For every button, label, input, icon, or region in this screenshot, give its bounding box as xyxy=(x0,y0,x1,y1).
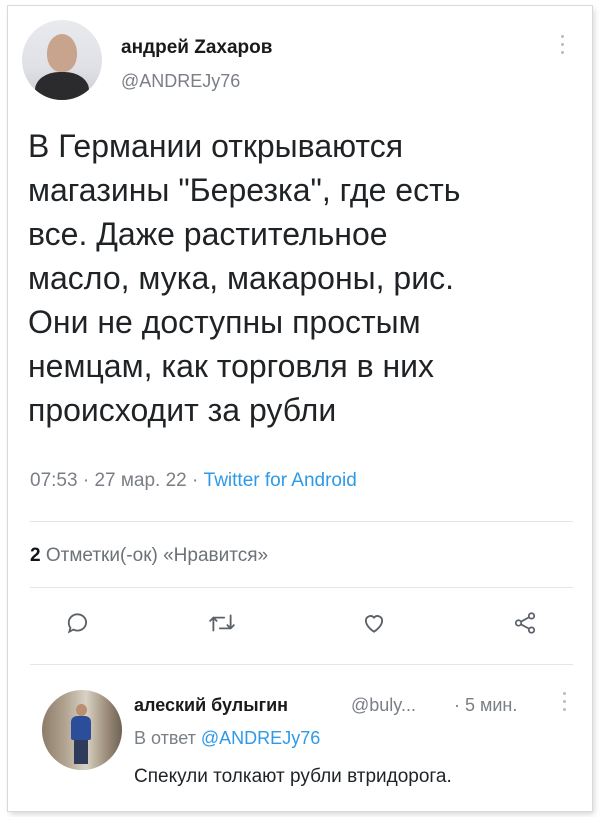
tweet-source-link[interactable]: Twitter for Android xyxy=(204,470,357,491)
author-name[interactable]: андрей Zахаров xyxy=(121,37,272,59)
share-icon xyxy=(514,612,536,634)
reply-author-name[interactable]: алеский булыгин xyxy=(134,695,288,716)
action-bar xyxy=(0,603,600,643)
likes-label: Отметки(-ок) «Нравится» xyxy=(45,545,269,566)
retweet-button[interactable] xyxy=(202,603,242,643)
retweet-icon xyxy=(209,614,235,632)
author-handle[interactable]: @ANDREJy76 xyxy=(121,71,240,92)
in-reply-to: В ответ @ANDREJy76 xyxy=(134,728,320,749)
divider xyxy=(30,587,573,588)
author-avatar[interactable] xyxy=(22,20,102,100)
divider xyxy=(30,664,573,665)
avatar-body-shape xyxy=(35,72,89,100)
likes-stat[interactable]: 2 Отметки(-ок) «Нравится» xyxy=(30,545,268,567)
meta-separator: · xyxy=(82,470,90,491)
avatar-head-shape xyxy=(47,34,77,72)
tweet-meta: 07:53 · 27 мар. 22 · Twitter for Android xyxy=(30,470,357,492)
reply-icon xyxy=(67,613,87,634)
tweet-date: 27 мар. 22 xyxy=(94,470,187,491)
like-button[interactable] xyxy=(354,603,394,643)
reply-avatar[interactable] xyxy=(42,690,122,770)
in-reply-prefix: В ответ xyxy=(134,728,196,748)
reply-more-options-icon[interactable] xyxy=(563,692,567,714)
in-reply-mention-link[interactable]: @ANDREJy76 xyxy=(201,728,320,748)
reply-button[interactable] xyxy=(58,603,98,643)
avatar-person-shape xyxy=(70,704,92,764)
heart-icon xyxy=(364,615,384,633)
divider xyxy=(30,521,573,522)
reply-text: Спекули толкают рубли втридорога. xyxy=(134,766,452,787)
reply-time: · 5 мин. xyxy=(454,695,518,715)
reply-author-handle[interactable]: @buly... xyxy=(351,695,416,716)
tweet-text: В Германии открываются магазины "Березка… xyxy=(28,128,461,428)
tweet-time: 07:53 xyxy=(30,470,78,491)
likes-count: 2 xyxy=(30,545,41,566)
meta-separator: · xyxy=(192,470,199,491)
more-options-icon[interactable] xyxy=(561,35,565,57)
share-button[interactable] xyxy=(505,603,545,643)
